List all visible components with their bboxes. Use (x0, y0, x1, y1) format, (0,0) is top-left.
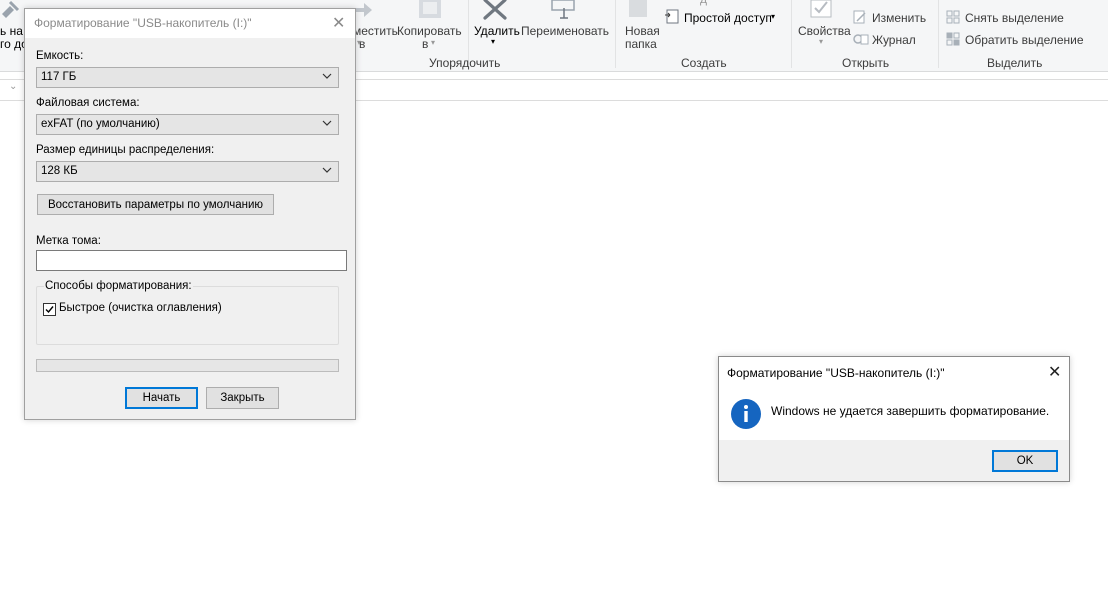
edit-button[interactable]: Изменить (872, 11, 926, 25)
ribbon-separator (791, 0, 792, 68)
ok-button[interactable]: OK (992, 450, 1058, 472)
capacity-select[interactable]: 117 ГБ (36, 67, 339, 88)
error-dialog-title: Форматирование "USB-накопитель (I:)" (727, 366, 945, 380)
ribbon-separator (615, 0, 616, 68)
move-to-line1[interactable]: местить (353, 24, 398, 38)
error-dialog-footer: OK (719, 440, 1069, 481)
copy-to-dropdown-icon: ▾ (431, 38, 436, 47)
copy-to-line1[interactable]: Копировать (397, 24, 462, 38)
group-label-open: Открыть (842, 56, 890, 70)
close-icon[interactable]: ✕ (1048, 365, 1061, 381)
invert-selection-button[interactable]: Обратить выделение (965, 33, 1084, 47)
group-label-organize: Упорядочить (429, 56, 501, 70)
allocation-size-value: 128 КБ (41, 165, 78, 177)
select-none-button[interactable]: Снять выделение (965, 11, 1064, 25)
properties-icon (810, 0, 832, 18)
delete-dropdown-icon[interactable]: ▾ (491, 37, 495, 46)
group-label-select: Выделить (987, 56, 1043, 70)
ribbon-separator (938, 0, 939, 68)
easy-access-button[interactable]: Простой доступ (684, 11, 772, 25)
close-button[interactable]: Закрыть (206, 387, 279, 409)
easy-access-icon (665, 9, 679, 24)
error-message: Windows не удается завершить форматирова… (771, 404, 1050, 418)
allocation-size-select[interactable]: 128 КБ (36, 161, 339, 182)
allocation-size-label: Размер единицы распределения: (36, 144, 215, 156)
filesystem-value: exFAT (по умолчанию) (41, 118, 160, 130)
edit-icon (853, 10, 866, 24)
capacity-value: 117 ГБ (41, 71, 77, 83)
volume-label-label: Метка тома: (36, 235, 101, 247)
filesystem-select[interactable]: exFAT (по умолчанию) (36, 114, 339, 135)
error-dialog: Форматирование "USB-накопитель (I:)" ✕ W… (718, 356, 1070, 482)
checkmark-icon (45, 306, 54, 314)
easy-access-dropdown-icon[interactable]: ▾ (771, 12, 775, 21)
select-none-icon (946, 10, 960, 24)
history-button[interactable]: Журнал (872, 33, 916, 47)
format-dialog: Форматирование "USB-накопитель (I:)" ✕ Е… (24, 8, 356, 420)
partial-item-top: д (700, 0, 707, 6)
pin-quick-access-line1[interactable]: ь на (0, 24, 23, 38)
new-folder-line2[interactable]: папка (625, 37, 657, 51)
move-to-dropdown-icon: ▾ (357, 38, 362, 47)
format-dialog-titlebar[interactable]: Форматирование "USB-накопитель (I:)" ✕ (25, 9, 355, 38)
close-icon[interactable]: ✕ (332, 16, 345, 32)
copy-to-icon (419, 0, 441, 18)
properties-dropdown-icon[interactable]: ▾ (819, 37, 823, 46)
delete-icon (483, 0, 507, 20)
new-folder-icon (629, 0, 647, 17)
info-icon (731, 399, 761, 429)
start-button[interactable]: Начать (125, 387, 198, 409)
chevron-down-icon (322, 120, 332, 126)
new-folder-line1[interactable]: Новая (625, 24, 660, 38)
chevron-down-icon (322, 73, 332, 79)
format-dialog-title: Форматирование "USB-накопитель (I:)" (34, 16, 252, 30)
rename-icon (551, 0, 575, 19)
properties-button[interactable]: Свойства (798, 24, 851, 38)
pin-icon (2, 0, 20, 18)
delete-button[interactable]: Удалить (474, 24, 520, 38)
quick-format-checkbox[interactable] (43, 303, 56, 316)
filesystem-label: Файловая система: (36, 97, 140, 109)
quick-format-label[interactable]: Быстрое (очистка оглавления) (59, 302, 222, 314)
chevron-down-icon (322, 167, 332, 173)
copy-to-line2[interactable]: в (422, 37, 428, 51)
capacity-label: Емкость: (36, 50, 84, 62)
history-icon (853, 34, 869, 45)
restore-defaults-button[interactable]: Восстановить параметры по умолчанию (37, 194, 274, 215)
chevron-down-icon[interactable]: ⌄ (9, 81, 17, 92)
format-options-group: Способы форматирования: Быстрое (очистка… (36, 280, 339, 345)
format-options-label: Способы форматирования: (44, 280, 193, 292)
volume-label-input[interactable] (36, 250, 347, 271)
group-label-new: Создать (681, 56, 727, 70)
format-progress-bar (36, 359, 339, 372)
invert-selection-icon (946, 32, 960, 46)
rename-button[interactable]: Переименовать (521, 24, 609, 38)
